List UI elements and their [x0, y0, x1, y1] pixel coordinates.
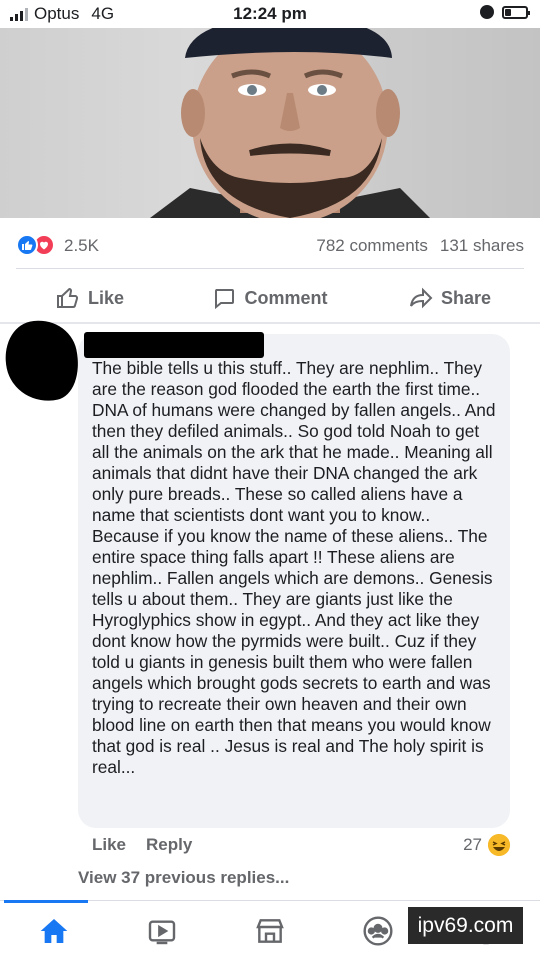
comment-reactions[interactable]: 27 — [463, 834, 510, 856]
view-previous-replies-link[interactable]: View 37 previous replies... — [78, 868, 289, 888]
alarm-icon — [480, 5, 494, 19]
comment-reply-button[interactable]: Reply — [146, 835, 192, 855]
tab-home[interactable] — [0, 901, 108, 960]
status-time: 12:24 pm — [233, 4, 307, 23]
shares-count-link[interactable]: 131 shares — [440, 236, 524, 256]
like-label: Like — [87, 287, 125, 308]
comments-count-link[interactable]: 782 comments — [316, 236, 428, 256]
like-icon — [16, 234, 38, 256]
post-photo[interactable] — [0, 28, 540, 218]
like-button[interactable]: Like — [0, 276, 180, 320]
commenter-avatar[interactable] — [0, 313, 86, 409]
comment-bubble[interactable]: The bible tells u this stuff.. They are … — [78, 332, 510, 828]
post-reactions-summary[interactable]: 2.5K 782 comments 131 shares — [0, 228, 540, 264]
section-divider — [0, 322, 540, 324]
share-icon — [409, 287, 433, 309]
watch-icon — [148, 919, 176, 944]
active-tab-indicator — [4, 900, 88, 903]
comment-actions: Like Reply — [92, 835, 192, 855]
comment-icon — [215, 289, 235, 310]
tab-watch[interactable] — [108, 901, 216, 960]
status-bar: Optus 4G 12:24 pm — [0, 0, 540, 28]
divider — [16, 268, 524, 269]
battery-icon — [502, 5, 530, 19]
share-label: Share — [440, 287, 492, 308]
comment-button[interactable]: Comment — [180, 276, 360, 320]
commenter-name-redacted[interactable] — [84, 332, 264, 358]
groups-icon — [363, 915, 393, 946]
haha-icon — [488, 834, 510, 856]
comment-text: The bible tells u this stuff.. They are … — [92, 358, 496, 777]
watermark: ipv69.com — [408, 907, 523, 944]
post-actions: Like Comment Share — [0, 276, 540, 320]
comment-like-button[interactable]: Like — [92, 835, 126, 855]
reaction-count: 2.5K — [64, 236, 99, 255]
share-button[interactable]: Share — [360, 276, 540, 320]
marketplace-icon — [256, 918, 284, 943]
person-photo-image — [150, 28, 430, 218]
comment-reaction-count: 27 — [463, 835, 482, 854]
thumbs-up-icon — [56, 287, 79, 308]
comment-label: Comment — [244, 287, 328, 308]
home-icon — [40, 918, 68, 943]
tab-marketplace[interactable] — [216, 901, 324, 960]
